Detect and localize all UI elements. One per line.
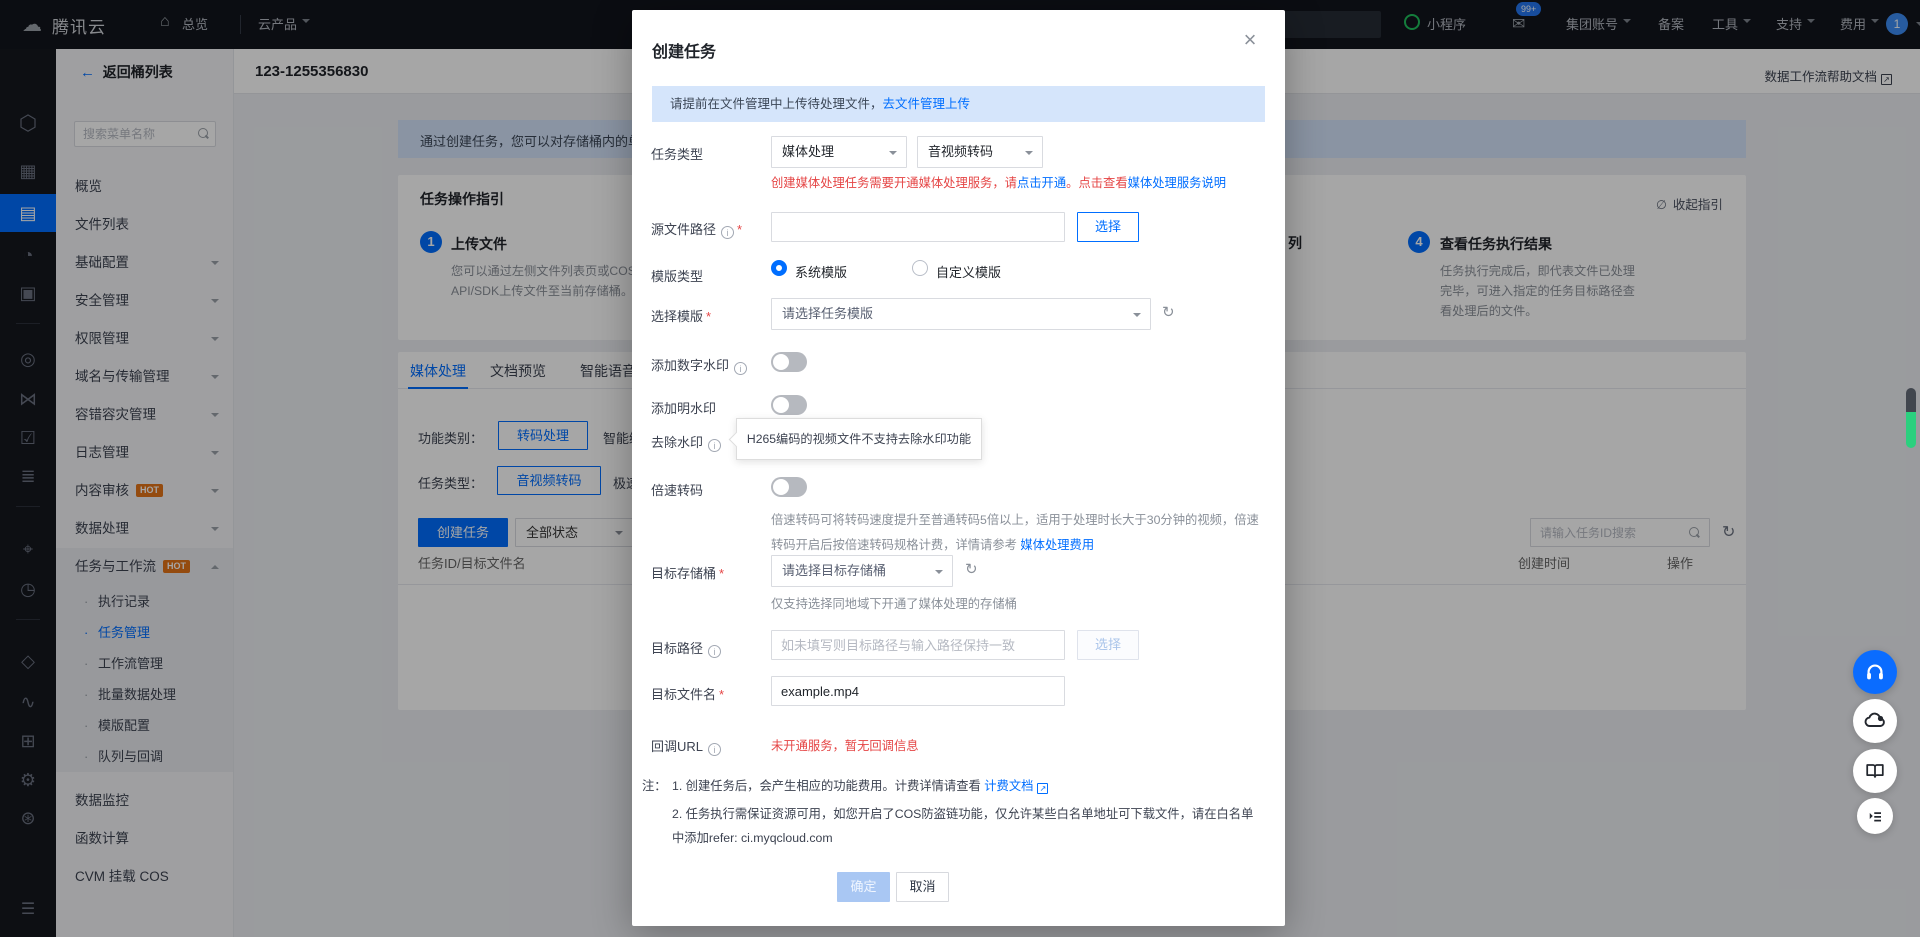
target-bucket-note: 仅支持选择同地域下开通了媒体处理的存储桶 <box>771 592 1017 617</box>
callback-url-label: 回调URL <box>651 736 721 756</box>
list-menu-icon <box>1866 807 1884 825</box>
go-upload-link[interactable]: 去文件管理上传 <box>883 97 971 111</box>
target-path-label: 目标路径 <box>651 638 721 658</box>
refresh-icon[interactable]: ↻ <box>965 560 978 578</box>
docs-button[interactable] <box>1853 749 1897 793</box>
notes-prefix: 注： <box>642 774 667 798</box>
confirm-button[interactable]: 确定 <box>837 872 890 902</box>
visible-watermark-toggle[interactable] <box>771 395 807 415</box>
source-path-select-button[interactable]: 选择 <box>1077 212 1139 242</box>
radio-custom-template[interactable] <box>912 260 928 276</box>
task-type-label: 任务类型 <box>651 144 703 163</box>
customer-service-button[interactable] <box>1853 650 1897 694</box>
radio-system-template[interactable] <box>771 260 787 276</box>
media-fee-link[interactable]: 媒体处理费用 <box>1020 538 1094 552</box>
scrollbar-indicator[interactable] <box>1906 388 1916 448</box>
target-filename-field[interactable] <box>771 676 1065 706</box>
task-type-select-1[interactable]: 媒体处理 <box>771 136 907 168</box>
close-icon[interactable] <box>1238 28 1262 52</box>
source-path-input[interactable] <box>772 213 1064 241</box>
radio-custom-template-label[interactable]: 自定义模版 <box>936 262 1001 281</box>
note-1: 1. 创建任务后，会产生相应的功能费用。计费详情请查看 计费文档 <box>672 774 1048 798</box>
cancel-button[interactable]: 取消 <box>896 872 949 902</box>
service-open-note: 创建媒体处理任务需要开通媒体处理服务，请点击开通。点击查看媒体处理服务说明 <box>771 173 1226 191</box>
required-mark: * <box>706 309 711 324</box>
target-path-select-button-disabled: 选择 <box>1077 630 1139 660</box>
chevron-down-icon <box>889 151 897 159</box>
modal-title: 创建任务 <box>652 38 716 62</box>
radio-system-template-label[interactable]: 系统模版 <box>795 262 847 281</box>
feedback-list-button[interactable] <box>1857 798 1893 834</box>
template-select-label: 选择模版* <box>651 306 711 325</box>
cloud-bell-icon <box>1863 709 1887 733</box>
digital-watermark-toggle[interactable] <box>771 352 807 372</box>
chevron-down-icon <box>935 570 943 578</box>
billing-doc-link[interactable]: 计费文档 <box>984 779 1033 793</box>
info-icon <box>708 439 721 452</box>
speed-transcode-note: 倍速转码可将转码速度提升至普通转码5倍以上，适用于处理时长大于30分钟的视频，倍… <box>771 508 1267 558</box>
required-mark: * <box>719 687 724 702</box>
chevron-down-icon <box>1025 151 1033 159</box>
open-book-icon <box>1864 760 1886 782</box>
open-service-link[interactable]: 点击开通 <box>1017 176 1066 190</box>
scrollbar-thumb <box>1906 412 1916 448</box>
modal-info-banner: 请提前在文件管理中上传待处理文件，去文件管理上传 <box>652 86 1265 122</box>
visible-watermark-label: 添加明水印 <box>651 398 716 417</box>
digital-watermark-label: 添加数字水印 <box>651 355 747 375</box>
template-type-label: 模版类型 <box>651 266 703 285</box>
cloud-notify-button[interactable] <box>1853 699 1897 743</box>
note-2: 2. 任务执行需保证资源可用，如您开启了COS防盗链功能，仅允许某些白名单地址可… <box>672 802 1260 850</box>
remove-watermark-tooltip: H265编码的视频文件不支持去除水印功能 <box>736 418 982 460</box>
template-select[interactable]: 请选择任务模版 <box>771 298 1151 330</box>
task-type-select-2[interactable]: 音视频转码 <box>917 136 1043 168</box>
remove-watermark-label: 去除水印 <box>651 432 721 452</box>
source-path-label: 源文件路径* <box>651 219 742 239</box>
target-bucket-select[interactable]: 请选择目标存储桶 <box>771 555 953 587</box>
info-icon <box>708 645 721 658</box>
target-filename-input[interactable] <box>772 677 1064 705</box>
service-doc-link[interactable]: 媒体处理服务说明 <box>1128 176 1226 190</box>
target-path-input[interactable] <box>772 631 1064 659</box>
target-bucket-label: 目标存储桶* <box>651 563 724 582</box>
external-link-icon <box>1037 783 1048 794</box>
required-mark: * <box>737 222 742 237</box>
info-icon <box>721 226 734 239</box>
target-filename-label: 目标文件名* <box>651 684 724 703</box>
callback-note: 未开通服务，暂无回调信息 <box>771 736 919 754</box>
source-path-field[interactable] <box>771 212 1065 242</box>
chevron-down-icon <box>1133 313 1141 321</box>
target-path-field[interactable] <box>771 630 1065 660</box>
speed-transcode-toggle[interactable] <box>771 477 807 497</box>
speed-transcode-label: 倍速转码 <box>651 480 703 499</box>
info-icon <box>734 362 747 375</box>
create-task-modal: 创建任务 请提前在文件管理中上传待处理文件，去文件管理上传 任务类型 媒体处理 … <box>632 10 1285 926</box>
required-mark: * <box>719 566 724 581</box>
info-icon <box>708 743 721 756</box>
headset-icon <box>1864 661 1886 683</box>
refresh-icon[interactable]: ↻ <box>1162 303 1175 321</box>
scrollbar-track <box>1906 388 1916 412</box>
